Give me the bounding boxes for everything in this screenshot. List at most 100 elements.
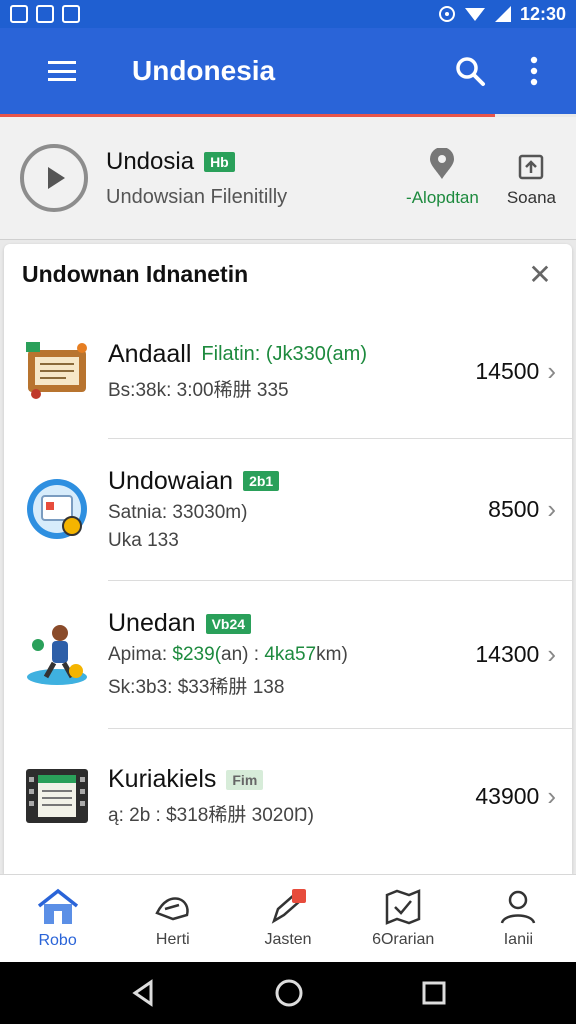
share-action-label: Soana — [506, 188, 556, 207]
recents-icon[interactable] — [421, 980, 447, 1006]
list-item-price: 14300 › — [475, 639, 556, 670]
play-button[interactable] — [20, 144, 88, 212]
share-icon — [519, 154, 544, 180]
list-item-detail: ą: 2b : $318稀肼 3020Ŋ) — [108, 805, 314, 826]
player-badge: Hb — [204, 151, 235, 172]
status-bar: 12:30 — [0, 0, 576, 28]
list-item-title-text: Kuriakiels — [108, 765, 217, 793]
list-item-detail: Apima: $239(an) : 4ka57km) — [108, 644, 475, 666]
nav-item-orarian[interactable]: 6Orarian — [346, 875, 461, 962]
chevron-right-icon: › — [547, 493, 556, 524]
mail-icon — [62, 5, 80, 23]
detail-mid: an) : — [221, 644, 265, 665]
list-item-price: 43900 › — [475, 781, 556, 812]
list-item[interactable]: Kuriakiels Fim ą: 2b : $318稀肼 3020Ŋ) 439… — [4, 728, 572, 864]
list-item-detail-2: Sk:3b3: $33稀肼 138 — [108, 677, 285, 698]
person-icon — [501, 890, 536, 924]
chevron-right-icon: › — [547, 780, 556, 811]
list-item-badge: Vb24 — [205, 613, 252, 634]
person-thumbnail-icon — [22, 619, 92, 689]
player-subtitle: Undowsian Filenitilly — [106, 185, 288, 208]
status-icons-left — [10, 5, 80, 23]
app-bar: Undonesia — [0, 28, 576, 114]
menu-button[interactable] — [40, 49, 84, 93]
status-time: 12:30 — [519, 3, 566, 24]
nav-item-herti[interactable]: Herti — [115, 875, 230, 962]
list-item-title-text: Andaall — [108, 340, 192, 368]
location-action[interactable]: -Alopdtan — [406, 148, 479, 208]
list-item-title: Kuriakiels Fim — [108, 765, 475, 794]
location-action-label: -Alopdtan — [406, 188, 479, 207]
home-circle-icon[interactable] — [274, 978, 304, 1008]
share-action[interactable]: Soana — [507, 148, 556, 208]
price-value: 43900 — [475, 782, 540, 809]
more-vertical-icon — [530, 56, 538, 86]
player-info: Undosia Hb Undowsian Filenitilly — [106, 148, 378, 209]
signal-icon — [494, 6, 511, 22]
hand-icon — [155, 896, 189, 920]
list-item-title: Undowaian 2b1 — [108, 467, 488, 496]
list-item-title-text: Undowaian — [108, 466, 234, 495]
list-item[interactable]: Andaall Filatin: (Jk330(am) Bs:38k: 3:00… — [4, 304, 572, 438]
board-thumbnail-icon — [22, 336, 92, 406]
back-icon[interactable] — [129, 979, 157, 1007]
nav-label: Herti — [155, 930, 190, 948]
close-icon: ✕ — [528, 258, 552, 290]
security-icon — [36, 5, 54, 23]
price-value: 14500 — [475, 357, 540, 384]
player-strip: Undosia Hb Undowsian Filenitilly -Alopdt… — [0, 117, 576, 240]
list-item-title: Unedan Vb24 — [108, 609, 475, 638]
price-value: 14300 — [475, 640, 540, 667]
system-navigation-bar — [0, 962, 576, 1024]
list-item-subtitle: Filatin: (Jk330(am) — [201, 343, 368, 365]
search-button[interactable] — [448, 49, 492, 93]
close-button[interactable]: ✕ — [524, 258, 556, 291]
bottom-navigation: Robo Herti Jasten 6Orarian Ianii — [0, 874, 576, 962]
nav-label: Ianii — [503, 930, 534, 948]
overflow-menu-button[interactable] — [512, 49, 556, 93]
map-check-icon — [385, 888, 421, 925]
list-item-price: 8500 › — [488, 494, 556, 525]
card-header: Undownan Idnanetin ✕ — [4, 244, 572, 304]
price-value: 8500 — [488, 495, 540, 522]
nav-label: Robo — [38, 931, 77, 949]
detail-end: km) — [316, 644, 348, 665]
list-item-detail-2: Uka 133 — [108, 529, 179, 551]
list-item[interactable]: Unedan Vb24 Apima: $239(an) : 4ka57km) S… — [4, 580, 572, 728]
nav-label: 6Orarian — [372, 930, 435, 948]
pen-icon — [271, 888, 306, 924]
detail-prefix: Apima: — [108, 644, 173, 665]
detail-distance: 4ka57 — [264, 644, 317, 665]
nav-item-jasten[interactable]: Jasten — [230, 875, 345, 962]
wifi-icon — [464, 8, 485, 21]
film-thumbnail-icon — [22, 761, 92, 831]
page-title: Undonesia — [132, 55, 276, 86]
list-item-badge: Fim — [226, 769, 264, 790]
results-card: Undownan Idnanetin ✕ Andaall Filatin: (J… — [4, 244, 572, 874]
location-pin-icon — [430, 148, 455, 179]
play-icon — [48, 167, 65, 189]
list-item-body: Kuriakiels Fim ą: 2b : $318稀肼 3020Ŋ) — [108, 765, 475, 827]
player-title-text: Undosia — [106, 147, 195, 175]
search-icon — [456, 57, 485, 86]
list-item-detail: Satnia: 33030m) — [108, 501, 248, 523]
list-item-body: Andaall Filatin: (Jk330(am) Bs:38k: 3:00… — [108, 340, 475, 402]
player-title: Undosia Hb — [106, 148, 378, 176]
nav-label: Jasten — [264, 930, 312, 948]
list-item-price: 14500 › — [475, 356, 556, 387]
chevron-right-icon: › — [547, 638, 556, 669]
hamburger-icon — [48, 61, 76, 81]
nav-item-home[interactable]: Robo — [0, 875, 115, 962]
list-item[interactable]: Undowaian 2b1 Satnia: 33030m) Uka 133 85… — [4, 438, 572, 580]
list-item-body: Undowaian 2b1 Satnia: 33030m) Uka 133 — [108, 467, 488, 552]
detail-price: $239( — [172, 644, 222, 665]
photo-thumbnail-icon — [22, 474, 92, 544]
list-item-title: Andaall Filatin: (Jk330(am) — [108, 340, 475, 369]
list-item-detail: Bs:38k: 3:00稀肼 335 — [108, 380, 289, 401]
list-item-title-text: Unedan — [108, 609, 196, 637]
list-item-badge: 2b1 — [243, 471, 280, 491]
card-title: Undownan Idnanetin — [22, 260, 249, 287]
nav-item-profile[interactable]: Ianii — [461, 875, 576, 962]
chevron-right-icon: › — [547, 355, 556, 386]
status-icons-right: 12:30 — [438, 4, 566, 25]
